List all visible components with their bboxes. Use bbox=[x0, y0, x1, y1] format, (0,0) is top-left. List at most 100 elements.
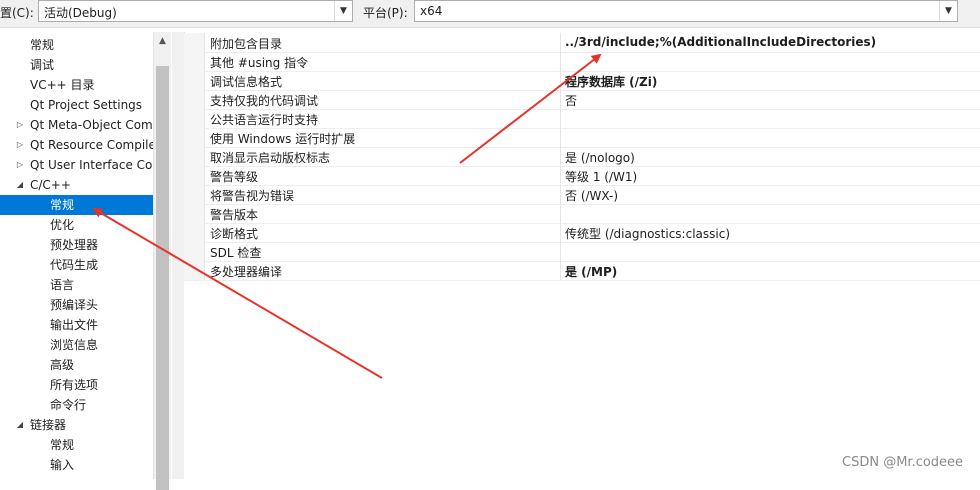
tree-item[interactable]: ◢ C/C++ bbox=[0, 175, 153, 195]
property-row[interactable]: 使用 Windows 运行时扩展 bbox=[184, 128, 980, 148]
column-separator bbox=[560, 185, 561, 204]
property-row[interactable]: 公共语言运行时支持 bbox=[184, 109, 980, 129]
expand-icon[interactable]: ▷ bbox=[14, 135, 26, 155]
tree-item-label: Qt Project Settings bbox=[30, 98, 143, 112]
tree-item[interactable]: 常规 bbox=[0, 195, 153, 215]
collapse-icon[interactable]: ◢ bbox=[14, 175, 26, 195]
tree-item-label: 语言 bbox=[50, 278, 75, 292]
tree-item-label: 命令行 bbox=[50, 398, 87, 412]
configuration-dropdown[interactable]: 活动(Debug) ▼ bbox=[38, 0, 353, 22]
chevron-down-icon[interactable]: ▼ bbox=[939, 1, 957, 21]
property-row[interactable]: 支持仅我的代码调试 否 bbox=[184, 90, 980, 110]
property-name: 支持仅我的代码调试 bbox=[210, 94, 319, 108]
row-gutter bbox=[184, 261, 205, 280]
tree-item[interactable]: 优化 bbox=[0, 215, 153, 235]
tree-item[interactable]: 预处理器 bbox=[0, 235, 153, 255]
tree-item[interactable]: 所有选项 bbox=[0, 375, 153, 395]
configuration-label: 置(C): bbox=[0, 6, 34, 20]
tree-item[interactable]: 高级 bbox=[0, 355, 153, 375]
property-row[interactable]: 取消显示启动版权标志 是 (/nologo) bbox=[184, 147, 980, 167]
tree-scrollbar[interactable]: ▲ bbox=[153, 32, 171, 490]
tree-item[interactable]: 常规 bbox=[0, 35, 153, 55]
tree-item-label: 预编译头 bbox=[50, 298, 99, 312]
property-value[interactable]: 等级 1 (/W1) bbox=[565, 168, 637, 185]
tree-item-label: 链接器 bbox=[30, 418, 67, 432]
row-gutter bbox=[184, 128, 205, 147]
property-name: 公共语言运行时支持 bbox=[210, 113, 319, 127]
property-value[interactable]: 是 (/nologo) bbox=[565, 149, 635, 166]
property-name: 取消显示启动版权标志 bbox=[210, 151, 331, 165]
property-name: 使用 Windows 运行时扩展 bbox=[210, 132, 356, 146]
row-gutter bbox=[184, 33, 205, 52]
tree-item[interactable]: ▷ Qt User Interface Co bbox=[0, 155, 153, 175]
column-separator bbox=[560, 261, 561, 280]
row-gutter bbox=[184, 185, 205, 204]
property-value[interactable]: 程序数据库 (/Zi) bbox=[565, 73, 657, 90]
expand-icon[interactable]: ▷ bbox=[14, 115, 26, 135]
tree-item[interactable]: 常规 bbox=[0, 435, 153, 455]
column-separator bbox=[560, 33, 561, 52]
column-separator bbox=[560, 90, 561, 109]
property-value[interactable]: ../3rd/include;%(AdditionalIncludeDirect… bbox=[565, 35, 876, 49]
collapse-icon[interactable]: ◢ bbox=[14, 415, 26, 435]
property-name: 附加包含目录 bbox=[210, 37, 283, 51]
tree-item-label: 常规 bbox=[30, 38, 55, 52]
row-gutter bbox=[184, 242, 205, 261]
tree-item[interactable]: 输出文件 bbox=[0, 315, 153, 335]
property-row[interactable]: 调试信息格式 程序数据库 (/Zi) bbox=[184, 71, 980, 91]
column-separator bbox=[560, 52, 561, 71]
property-value[interactable]: 否 bbox=[565, 92, 577, 109]
property-value[interactable]: 传统型 (/diagnostics:classic) bbox=[565, 225, 730, 242]
property-name: 调试信息格式 bbox=[210, 75, 283, 89]
row-gutter bbox=[184, 71, 205, 90]
property-name: 警告等级 bbox=[210, 170, 259, 184]
property-row[interactable]: 其他 #using 指令 bbox=[184, 52, 980, 72]
tree-item-label: 代码生成 bbox=[50, 258, 99, 272]
tree-item[interactable]: ▷ Qt Meta-Object Com bbox=[0, 115, 153, 135]
watermark: CSDN @Mr.codeee bbox=[842, 455, 964, 470]
scroll-up-icon[interactable]: ▲ bbox=[154, 36, 171, 46]
property-row[interactable]: 多处理器编译 是 (/MP) bbox=[184, 261, 980, 281]
property-row[interactable]: 警告版本 bbox=[184, 204, 980, 224]
column-separator bbox=[560, 128, 561, 147]
tree-item[interactable]: 代码生成 bbox=[0, 255, 153, 275]
row-gutter bbox=[184, 109, 205, 128]
configuration-toolbar: 置(C): 活动(Debug) ▼ 平台(P): x64 ▼ bbox=[0, 0, 980, 28]
tree-item[interactable]: 语言 bbox=[0, 275, 153, 295]
tree-item-label: 高级 bbox=[50, 358, 75, 372]
tree-item[interactable]: 预编译头 bbox=[0, 295, 153, 315]
property-name: 诊断格式 bbox=[210, 227, 259, 241]
property-row[interactable]: SDL 检查 bbox=[184, 242, 980, 262]
tree-item[interactable]: 调试 bbox=[0, 55, 153, 75]
tree-item[interactable]: ▷ Qt Resource Compile bbox=[0, 135, 156, 155]
configuration-value: 活动(Debug) bbox=[44, 6, 117, 20]
property-value[interactable]: 否 (/WX-) bbox=[565, 187, 618, 204]
property-row[interactable]: 附加包含目录 ../3rd/include;%(AdditionalInclude… bbox=[184, 33, 980, 53]
chevron-down-icon[interactable]: ▼ bbox=[334, 1, 352, 21]
tree-item[interactable]: VC++ 目录 bbox=[0, 75, 153, 95]
property-value[interactable]: 是 (/MP) bbox=[565, 263, 617, 280]
property-row[interactable]: 将警告视为错误 否 (/WX-) bbox=[184, 185, 980, 205]
platform-dropdown[interactable]: x64 ▼ bbox=[414, 0, 958, 22]
tree-item-label: 浏览信息 bbox=[50, 338, 99, 352]
row-gutter bbox=[184, 223, 205, 242]
property-name: 多处理器编译 bbox=[210, 265, 283, 279]
tree-item[interactable]: 命令行 bbox=[0, 395, 153, 415]
property-row[interactable]: 警告等级 等级 1 (/W1) bbox=[184, 166, 980, 186]
property-name: 警告版本 bbox=[210, 208, 259, 222]
column-separator bbox=[560, 204, 561, 223]
property-row[interactable]: 诊断格式 传统型 (/diagnostics:classic) bbox=[184, 223, 980, 243]
scrollbar-thumb[interactable] bbox=[156, 66, 169, 490]
row-gutter bbox=[184, 147, 205, 166]
property-name: SDL 检查 bbox=[210, 246, 262, 260]
tree-item[interactable]: ◢ 链接器 bbox=[0, 415, 153, 435]
tree-item[interactable]: Qt Project Settings bbox=[0, 95, 153, 115]
row-gutter bbox=[184, 52, 205, 71]
tree-item-label: Qt User Interface Co bbox=[30, 158, 153, 172]
tree-item[interactable]: 浏览信息 bbox=[0, 335, 153, 355]
row-gutter bbox=[184, 204, 205, 223]
column-separator bbox=[560, 109, 561, 128]
property-name: 将警告视为错误 bbox=[210, 189, 295, 203]
tree-item[interactable]: 输入 bbox=[0, 455, 153, 475]
expand-icon[interactable]: ▷ bbox=[14, 155, 26, 175]
